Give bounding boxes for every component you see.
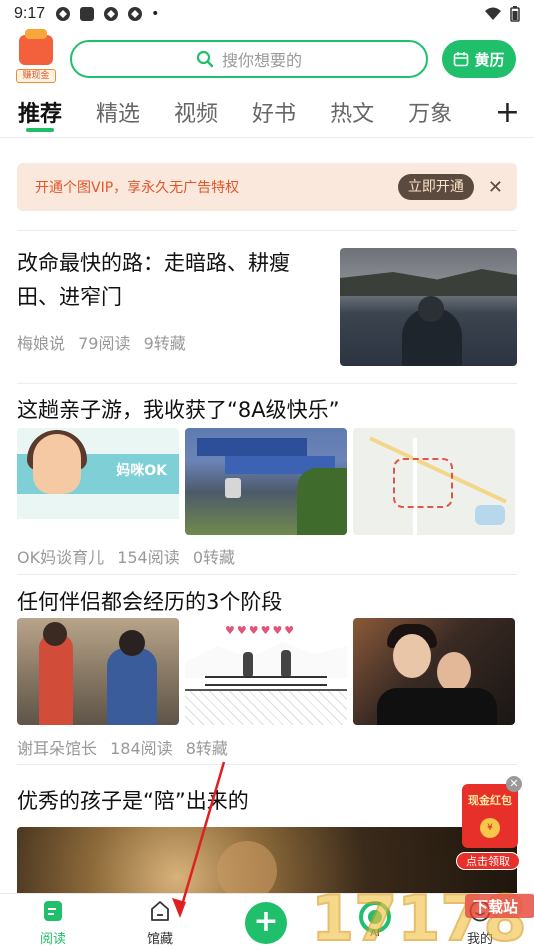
earn-cash-label: 赚现金 (16, 69, 56, 83)
top-header: 赚现金 搜你想要的 黄历 (0, 29, 534, 88)
app-notification-icon (56, 7, 71, 21)
article-thumbnail[interactable] (340, 248, 517, 366)
claim-button[interactable]: 点击领取 (456, 852, 520, 870)
read-icon (44, 901, 62, 921)
close-icon[interactable]: ✕ (506, 776, 522, 792)
home-icon (151, 901, 169, 921)
status-time: 9:17 (14, 5, 46, 22)
tab-recommend[interactable]: 推荐 (18, 96, 62, 136)
article-author: 谢耳朵馆长 (17, 739, 98, 758)
search-icon (196, 50, 214, 68)
battery-icon (510, 6, 520, 22)
earn-cash-button[interactable]: 赚现金 (16, 29, 56, 83)
app-notification-icon (104, 7, 119, 21)
wifi-icon (485, 7, 501, 20)
divider (17, 383, 517, 384)
article-saves: 8转藏 (185, 739, 228, 758)
status-bar: 9:17 • (0, 0, 534, 28)
article-thumbnail[interactable] (353, 618, 515, 725)
article-saves: 0转藏 (192, 548, 236, 567)
watermark-site: 下载站 (473, 898, 518, 916)
article-thumbnail[interactable] (185, 428, 347, 535)
divider (17, 764, 517, 765)
add-tab-plus-icon[interactable]: + (495, 96, 520, 130)
red-packet-title: 现金红包 (468, 794, 512, 807)
tab-vientiane[interactable]: 万象 (408, 96, 452, 136)
app-notification-icon (128, 7, 143, 21)
nav-read-label: 阅读 (39, 932, 66, 947)
nav-collect-label: 馆藏 (146, 932, 173, 947)
article-thumbnail[interactable] (17, 618, 179, 725)
tab-featured[interactable]: 精选 (96, 96, 140, 136)
site-watermark: 17178 下载站 (310, 881, 534, 950)
close-icon[interactable]: ✕ (488, 177, 503, 198)
article-reads: 184阅读 (110, 739, 173, 758)
article-meta: 谢耳朵馆长 184阅读 8转藏 (17, 735, 236, 759)
tab-good-books[interactable]: 好书 (252, 96, 296, 136)
search-input[interactable]: 搜你想要的 (70, 40, 428, 78)
red-packet-card[interactable]: 现金红包 ¥ (462, 784, 518, 848)
thumbnail-caption: 妈咪OK (116, 463, 167, 479)
article-title-line: 改命最快的路：走暗路、耕瘦 (17, 251, 290, 275)
article-meta: 梅娘说 79阅读 9转藏 (17, 330, 194, 354)
article-meta: OK妈谈育儿 154阅读 0转藏 (17, 544, 243, 568)
vip-open-button[interactable]: 立即开通 (397, 174, 474, 200)
coin-icon: ¥ (480, 818, 500, 838)
article-title[interactable]: 任何伴侣都会经历的3个阶段 (17, 586, 282, 616)
nav-collect[interactable]: 馆藏 (130, 900, 190, 947)
article-title[interactable]: 优秀的孩子是“陪”出来的 (17, 785, 249, 815)
article-author: 梅娘说 (17, 334, 66, 353)
tab-hot-articles[interactable]: 热文 (330, 96, 374, 136)
divider (17, 574, 517, 575)
divider (17, 230, 517, 231)
tab-video[interactable]: 视频 (174, 96, 218, 136)
article-thumbnail[interactable]: ♥♥♥♥♥♥ (185, 618, 347, 725)
category-tabs: 推荐 精选 视频 好书 热文 万象 (0, 96, 534, 138)
article-reads: 154阅读 (117, 548, 180, 567)
gift-icon (19, 29, 53, 65)
article-title[interactable]: 这趟亲子游，我收获了“8A级快乐” (17, 394, 339, 424)
red-packet-widget[interactable]: 现金红包 ¥ ✕ 点击领取 (456, 776, 522, 870)
vip-banner: 开通个图VIP，享永久无广告特权 立即开通 ✕ (17, 163, 517, 211)
article-thumbnail[interactable] (353, 428, 515, 535)
nav-read[interactable]: 阅读 (23, 900, 83, 947)
vip-banner-text: 开通个图VIP，享永久无广告特权 (35, 180, 240, 196)
app-square-icon (80, 7, 95, 21)
search-placeholder: 搜你想要的 (221, 51, 302, 70)
article-reads: 79阅读 (78, 334, 131, 353)
article-title-line: 田、进窄门 (17, 285, 122, 309)
article-saves: 9转藏 (143, 334, 186, 353)
publish-plus-button[interactable]: + (245, 902, 287, 944)
almanac-label: 黄历 (474, 50, 505, 69)
more-notifications-dot: • (151, 6, 160, 22)
calendar-icon (454, 52, 469, 67)
article-author: OK妈谈育儿 (17, 548, 105, 567)
article-thumbnail[interactable]: 妈咪OK (17, 428, 179, 535)
almanac-button[interactable]: 黄历 (442, 40, 516, 78)
article-title[interactable]: 改命最快的路：走暗路、耕瘦 田、进窄门 (17, 246, 317, 314)
